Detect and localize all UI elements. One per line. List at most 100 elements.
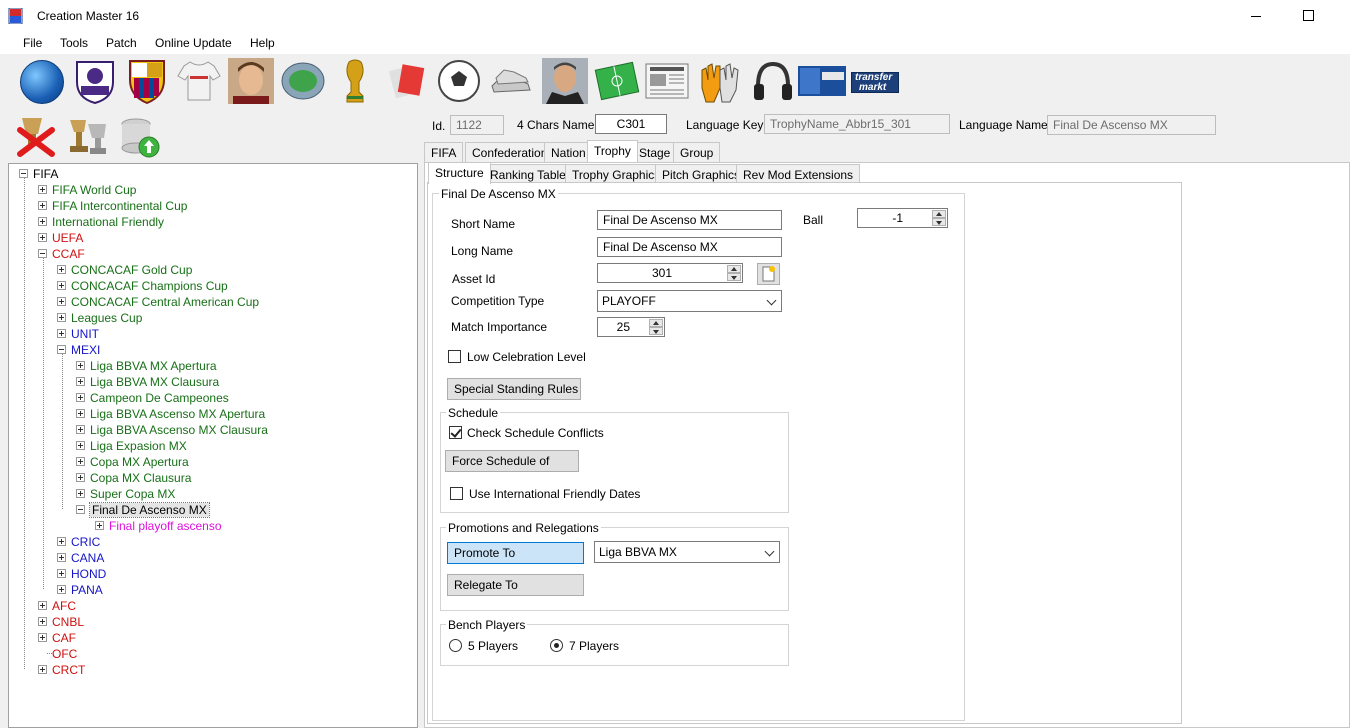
five-players-radio[interactable] xyxy=(449,639,462,652)
ball-stepper[interactable]: -1 xyxy=(857,208,948,228)
referee-cards-icon[interactable] xyxy=(384,58,430,104)
low-celebration-checkbox[interactable] xyxy=(448,350,461,363)
player-face-icon[interactable] xyxy=(228,58,274,104)
transfermarkt-icon[interactable]: transfer markt xyxy=(851,72,899,93)
relegate-to-button[interactable]: Relegate To xyxy=(447,574,584,596)
special-standing-rules-button[interactable]: Special Standing Rules xyxy=(447,378,581,400)
language-name-label: Language Name xyxy=(959,118,1048,132)
id-field[interactable]: 1122 xyxy=(450,115,504,135)
tab-stage[interactable]: Stage xyxy=(632,142,678,162)
menu-help[interactable]: Help xyxy=(250,36,275,50)
tab-trophy[interactable]: Trophy xyxy=(587,140,638,162)
competition-type-value: PLAYOFF xyxy=(602,294,656,308)
tree-label: Liga BBVA Ascenso MX Clausura xyxy=(90,423,268,437)
promote-to-value: Liga BBVA MX xyxy=(599,545,677,559)
manager-face-icon[interactable] xyxy=(542,58,588,104)
tree-label: PANA xyxy=(71,583,103,597)
database-export-icon[interactable] xyxy=(118,116,162,160)
subtab-ranking-table[interactable]: Ranking Table xyxy=(483,164,573,184)
copy-trophy-icon[interactable] xyxy=(66,114,110,158)
menu-tools[interactable]: Tools xyxy=(60,36,88,50)
transfermarkt-text-2: markt xyxy=(859,82,887,93)
menu-patch[interactable]: Patch xyxy=(106,36,137,50)
tree-label: CONCACAF Gold Cup xyxy=(71,263,193,277)
menu-file[interactable]: File xyxy=(23,36,42,50)
long-name-field[interactable]: Final De Ascenso MX xyxy=(597,237,782,257)
newspaper-icon[interactable] xyxy=(644,58,690,104)
tree-label: Super Copa MX xyxy=(90,487,176,501)
promote-to-button[interactable]: Promote To xyxy=(447,542,584,564)
short-name-field[interactable]: Final De Ascenso MX xyxy=(597,210,782,230)
boots-icon[interactable] xyxy=(488,58,534,104)
ball-label: Ball xyxy=(803,213,824,227)
language-key-label: Language Key xyxy=(686,118,764,132)
tab-group[interactable]: Group xyxy=(673,142,721,162)
fc-barcelona-icon[interactable] xyxy=(124,58,170,105)
spin-up-icon[interactable] xyxy=(727,265,741,273)
language-key-field[interactable]: TrophyName_Abbr15_301 xyxy=(764,114,950,134)
promote-to-select[interactable]: Liga BBVA MX xyxy=(594,541,780,563)
competition-type-select[interactable]: PLAYOFF xyxy=(597,290,782,312)
asset-id-stepper[interactable]: 301 xyxy=(597,263,743,283)
maximize-button[interactable] xyxy=(1284,5,1330,27)
tree-label: UNIT xyxy=(71,327,99,341)
fifa-cover-icon[interactable] xyxy=(798,66,846,96)
intl-friendly-dates-checkbox[interactable] xyxy=(450,487,463,500)
spin-up-icon[interactable] xyxy=(932,210,946,218)
window-title: Creation Master 16 xyxy=(37,9,140,23)
tree-label: HOND xyxy=(71,567,107,581)
tree-label: Copa MX Clausura xyxy=(90,471,192,485)
headphones-icon[interactable] xyxy=(750,58,796,104)
goalkeeper-gloves-icon[interactable] xyxy=(696,58,742,104)
spin-down-icon[interactable] xyxy=(649,327,663,335)
subtab-structure[interactable]: Structure xyxy=(428,162,491,184)
tree-label: CRCT xyxy=(52,663,86,677)
chevron-down-icon xyxy=(766,295,777,306)
language-name-field[interactable]: Final De Ascenso MX xyxy=(1047,115,1216,135)
tree-label: Leagues Cup xyxy=(71,311,143,325)
tree-label: Copa MX Apertura xyxy=(90,455,189,469)
tab-fifa[interactable]: FIFA xyxy=(424,142,464,162)
asset-browse-button[interactable] xyxy=(757,263,780,285)
chars-name-label: 4 Chars Name xyxy=(517,118,595,132)
premier-league-icon[interactable] xyxy=(72,58,118,105)
tree-label: OFC xyxy=(52,647,78,661)
jersey-icon[interactable] xyxy=(176,58,222,104)
promotions-title: Promotions and Relegations xyxy=(446,521,601,535)
app-icon xyxy=(8,7,24,25)
subtab-pitch-graphics[interactable]: Pitch Graphics xyxy=(655,164,748,184)
subtab-rev-mod-extensions[interactable]: Rev Mod Extensions xyxy=(736,164,861,184)
tree-label: Campeon De Campeones xyxy=(90,391,229,405)
globe-icon[interactable] xyxy=(20,60,64,104)
minimize-button[interactable] xyxy=(1234,5,1280,27)
check-conflicts-checkbox[interactable] xyxy=(449,426,462,439)
intl-friendly-dates-label: Use International Friendly Dates xyxy=(469,487,641,501)
short-name-label: Short Name xyxy=(451,217,516,231)
five-players-label: 5 Players xyxy=(468,639,519,653)
stadium-icon[interactable] xyxy=(280,58,326,104)
tree-label: CANA xyxy=(71,551,105,565)
tree-label: FIFA Intercontinental Cup xyxy=(52,199,188,213)
new-file-icon xyxy=(762,266,775,282)
world-cup-trophy-icon[interactable] xyxy=(332,58,378,104)
subtab-trophy-graphics[interactable]: Trophy Graphics xyxy=(565,164,668,184)
competition-tree[interactable]: FIFA FIFA World Cup FIFA Intercontinenta… xyxy=(8,163,418,728)
force-schedule-button[interactable]: Force Schedule of xyxy=(445,450,579,472)
spin-down-icon[interactable] xyxy=(932,218,946,226)
seven-players-radio[interactable] xyxy=(550,639,563,652)
tree-label: CONCACAF Central American Cup xyxy=(71,295,260,309)
football-icon[interactable] xyxy=(436,58,482,104)
match-importance-stepper[interactable]: 25 xyxy=(597,317,665,337)
pitch-icon[interactable] xyxy=(594,58,640,104)
menu-online-update[interactable]: Online Update xyxy=(155,36,232,50)
tab-nation[interactable]: Nation xyxy=(544,142,593,162)
delete-trophy-icon[interactable] xyxy=(14,114,58,158)
title-bar: Creation Master 16 xyxy=(0,0,1350,32)
tab-confederation[interactable]: Confederation xyxy=(465,142,555,162)
schedule-title: Schedule xyxy=(446,406,501,420)
spin-up-icon[interactable] xyxy=(649,319,663,327)
spin-down-icon[interactable] xyxy=(727,273,741,281)
tree-label: CRIC xyxy=(71,535,101,549)
tree-label: FIFA xyxy=(33,167,59,181)
chars-name-field[interactable]: C301 xyxy=(595,114,667,134)
